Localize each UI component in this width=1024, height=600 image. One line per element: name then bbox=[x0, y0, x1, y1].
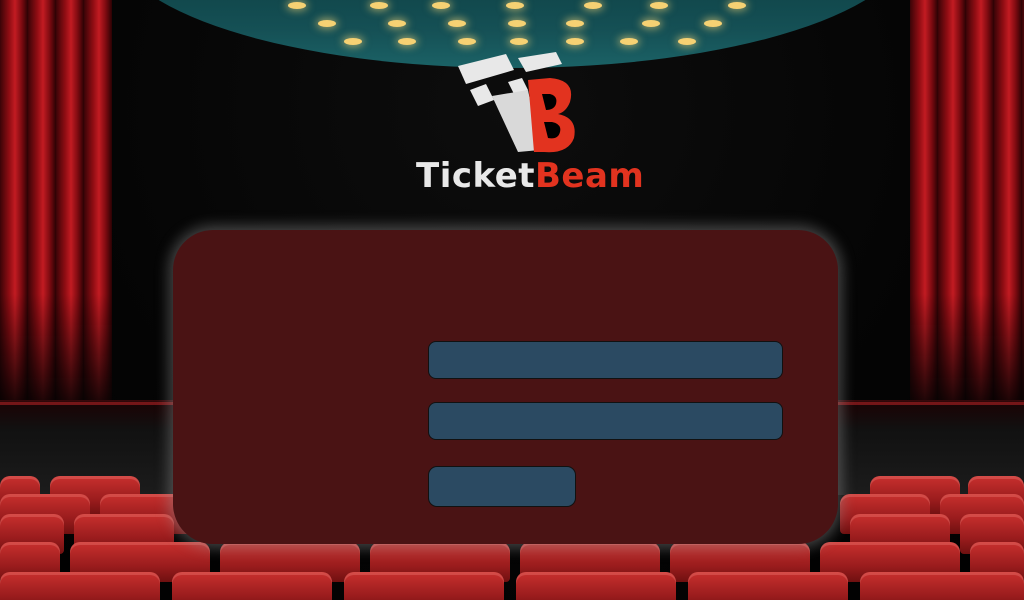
seat bbox=[516, 572, 676, 600]
seat bbox=[172, 572, 332, 600]
ceiling-light bbox=[510, 38, 528, 45]
ceiling-light bbox=[620, 38, 638, 45]
text-field-2[interactable] bbox=[428, 402, 783, 440]
ceiling-light bbox=[566, 38, 584, 45]
ceiling-light bbox=[704, 20, 722, 27]
seat bbox=[0, 572, 160, 600]
ceiling-light bbox=[370, 2, 388, 9]
ceiling-light bbox=[458, 38, 476, 45]
brand-part2: Beam bbox=[535, 156, 645, 196]
ceiling-light bbox=[448, 20, 466, 27]
seat bbox=[860, 572, 1024, 600]
brand-wordmark: TicketBeam bbox=[416, 156, 644, 196]
ceiling-light bbox=[318, 20, 336, 27]
ceiling-light bbox=[508, 20, 526, 27]
ceiling-light bbox=[288, 2, 306, 9]
text-field-1[interactable] bbox=[428, 341, 783, 379]
ceiling-light bbox=[650, 2, 668, 9]
ceiling-light bbox=[642, 20, 660, 27]
seat bbox=[344, 572, 504, 600]
ceiling-light bbox=[432, 2, 450, 9]
ceiling-light bbox=[344, 38, 362, 45]
brand-part1: Ticket bbox=[416, 156, 536, 196]
seat bbox=[688, 572, 848, 600]
theater-background: TicketBeam bbox=[0, 0, 1024, 600]
ceiling-light bbox=[506, 2, 524, 9]
ceiling-light bbox=[584, 2, 602, 9]
ceiling-light bbox=[566, 20, 584, 27]
left-curtain bbox=[0, 0, 112, 420]
ceiling-light bbox=[398, 38, 416, 45]
right-curtain bbox=[910, 0, 1024, 420]
ceiling-light bbox=[678, 38, 696, 45]
ceiling-light bbox=[728, 2, 746, 9]
submit-button[interactable] bbox=[428, 466, 576, 507]
ceiling-light bbox=[388, 20, 406, 27]
